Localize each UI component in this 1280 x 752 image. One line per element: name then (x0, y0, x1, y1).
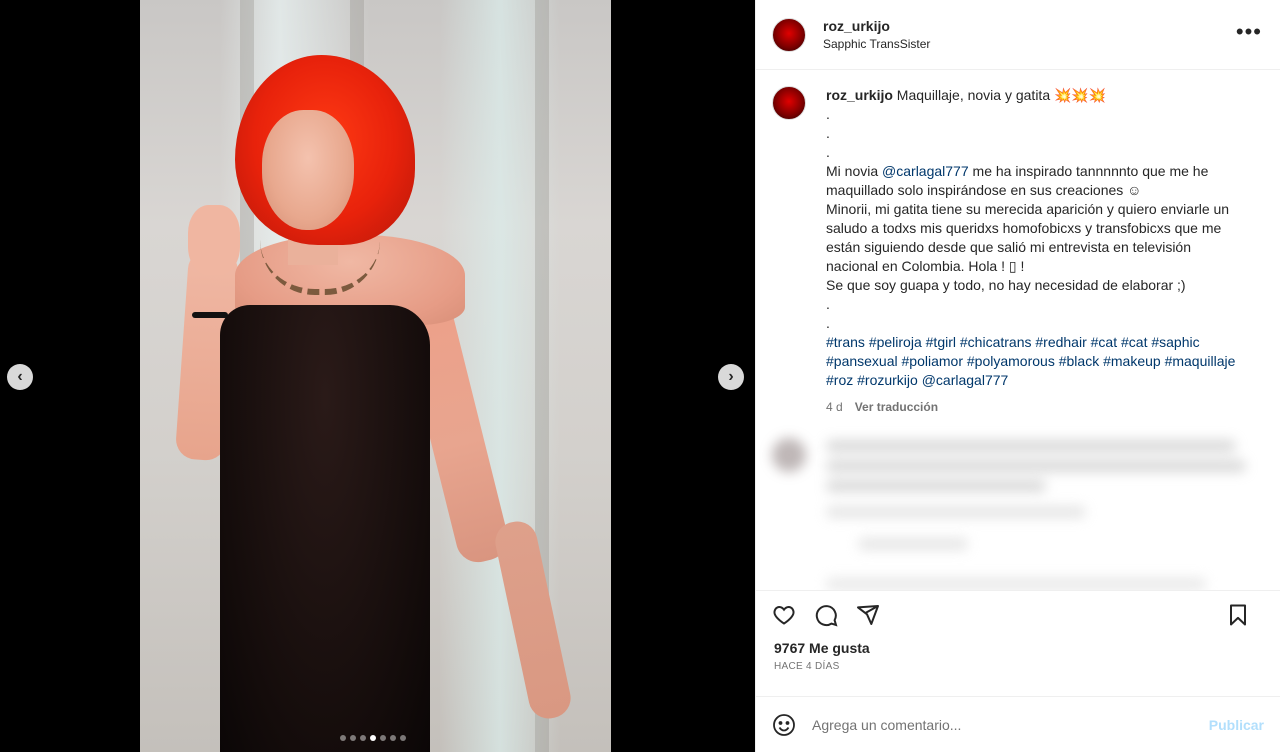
avatar[interactable] (772, 17, 806, 52)
publish-button[interactable]: Publicar (1209, 717, 1264, 733)
caption-meta: 4 d Ver traducción (826, 398, 1238, 417)
hashtag-link[interactable]: #trans (826, 334, 865, 350)
share-send-icon[interactable] (854, 601, 882, 629)
hashtag-link[interactable]: #black (1059, 353, 1099, 369)
post-actions-bar (756, 590, 1280, 638)
carousel-dot (400, 735, 406, 741)
chevron-right-icon: › (728, 368, 734, 385)
hashtag-link[interactable]: #polyamorous (967, 353, 1055, 369)
bookmark-icon[interactable] (1224, 601, 1252, 629)
photo-figure-bracelet (192, 312, 228, 318)
comment-line (826, 506, 1086, 518)
comment-input[interactable] (812, 716, 1209, 733)
hashtag-link[interactable]: #roz (826, 372, 853, 388)
hashtag-link[interactable]: #cat (1121, 334, 1147, 350)
translate-button[interactable]: Ver traducción (855, 398, 938, 417)
emoji-smiley-icon[interactable] (772, 713, 796, 737)
photo-figure-hand (188, 205, 240, 275)
carousel-next-button[interactable]: › (718, 364, 744, 390)
carousel-dot (380, 735, 386, 741)
carousel-dot (370, 735, 376, 741)
post-side-panel: roz_urkijo Sapphic TransSister ••• roz_u… (755, 0, 1280, 752)
post-author: roz_urkijo Sapphic TransSister (823, 17, 930, 53)
post-header: roz_urkijo Sapphic TransSister ••• (756, 0, 1280, 70)
avatar[interactable] (772, 86, 806, 120)
mention-link[interactable]: @carlagal777 (882, 163, 969, 179)
caption-paragraph: Minorii, mi gatita tiene su merecida apa… (826, 201, 1233, 274)
hashtag-link[interactable]: #makeup (1103, 353, 1161, 369)
hashtag-link[interactable]: #maquillaje (1165, 353, 1236, 369)
blurred-comments (768, 430, 1268, 590)
post-caption: roz_urkijo Maquillaje, novia y gatita 💥💥… (756, 70, 1280, 417)
carousel-dot (390, 735, 396, 741)
caption-username[interactable]: roz_urkijo (826, 87, 893, 103)
hashtag-link[interactable]: #chicatrans (960, 334, 1032, 350)
post-photo[interactable] (140, 0, 611, 752)
caption-age[interactable]: 4 d (826, 398, 843, 417)
carousel-prev-button[interactable]: ‹ (7, 364, 33, 390)
author-username[interactable]: roz_urkijo (823, 17, 930, 35)
comment-line (826, 578, 1206, 590)
caption-line-pre: Mi novia (826, 163, 883, 179)
comment-line (826, 460, 1246, 472)
comment-bubble-icon[interactable] (812, 601, 840, 629)
mention-link[interactable]: @carlagal777 (922, 372, 1009, 388)
caption-dots: . . (826, 296, 830, 331)
comments-scroll-area[interactable]: roz_urkijo Maquillaje, novia y gatita 💥💥… (756, 70, 1280, 590)
caption-dots: . . . (826, 106, 830, 160)
chevron-left-icon: ‹ (17, 368, 23, 385)
hashtag-link[interactable]: #poliamor (902, 353, 963, 369)
caption-body: roz_urkijo Maquillaje, novia y gatita 💥💥… (826, 86, 1238, 417)
comment-avatar (772, 438, 806, 472)
comment-line (826, 440, 1236, 452)
photo-figure-dress (220, 305, 430, 752)
caption-paragraph: Se que soy guapa y todo, no hay necesida… (826, 277, 1186, 293)
like-heart-icon[interactable] (770, 601, 798, 629)
carousel-indicator (340, 735, 406, 741)
hashtag-link[interactable]: #tgirl (926, 334, 956, 350)
comment-line (826, 480, 1046, 492)
author-subtitle: Sapphic TransSister (823, 36, 931, 51)
caption-text: roz_urkijo Maquillaje, novia y gatita 💥💥… (826, 86, 1238, 390)
caption-title: Maquillaje, novia y gatita 💥💥💥 (896, 87, 1107, 103)
likes-count[interactable]: 9767 Me gusta (756, 638, 1280, 658)
comment-composer: Publicar (756, 696, 1280, 752)
carousel-dot (340, 735, 346, 741)
hashtag-link[interactable]: #peliroja (869, 334, 922, 350)
hashtag-link[interactable]: #redhair (1035, 334, 1086, 350)
post-date: HACE 4 DÍAS (774, 661, 840, 672)
media-viewer: ‹ › (0, 0, 755, 752)
hashtag-link[interactable]: #saphic (1151, 334, 1199, 350)
hashtag-link[interactable]: #cat (1091, 334, 1117, 350)
photo-figure-face (262, 110, 354, 230)
hashtag-list: #trans #peliroja #tgirl #chicatrans #red… (826, 334, 1239, 388)
more-options-icon[interactable]: ••• (1236, 21, 1262, 43)
carousel-dot (360, 735, 366, 741)
instagram-post-modal: ‹ › roz_urkijo Sapphic TransSister ••• r… (0, 0, 1280, 752)
hashtag-link[interactable]: #rozurkijo (857, 372, 918, 388)
comment-line (858, 538, 968, 550)
carousel-dot (350, 735, 356, 741)
hashtag-link[interactable]: #pansexual (826, 353, 898, 369)
